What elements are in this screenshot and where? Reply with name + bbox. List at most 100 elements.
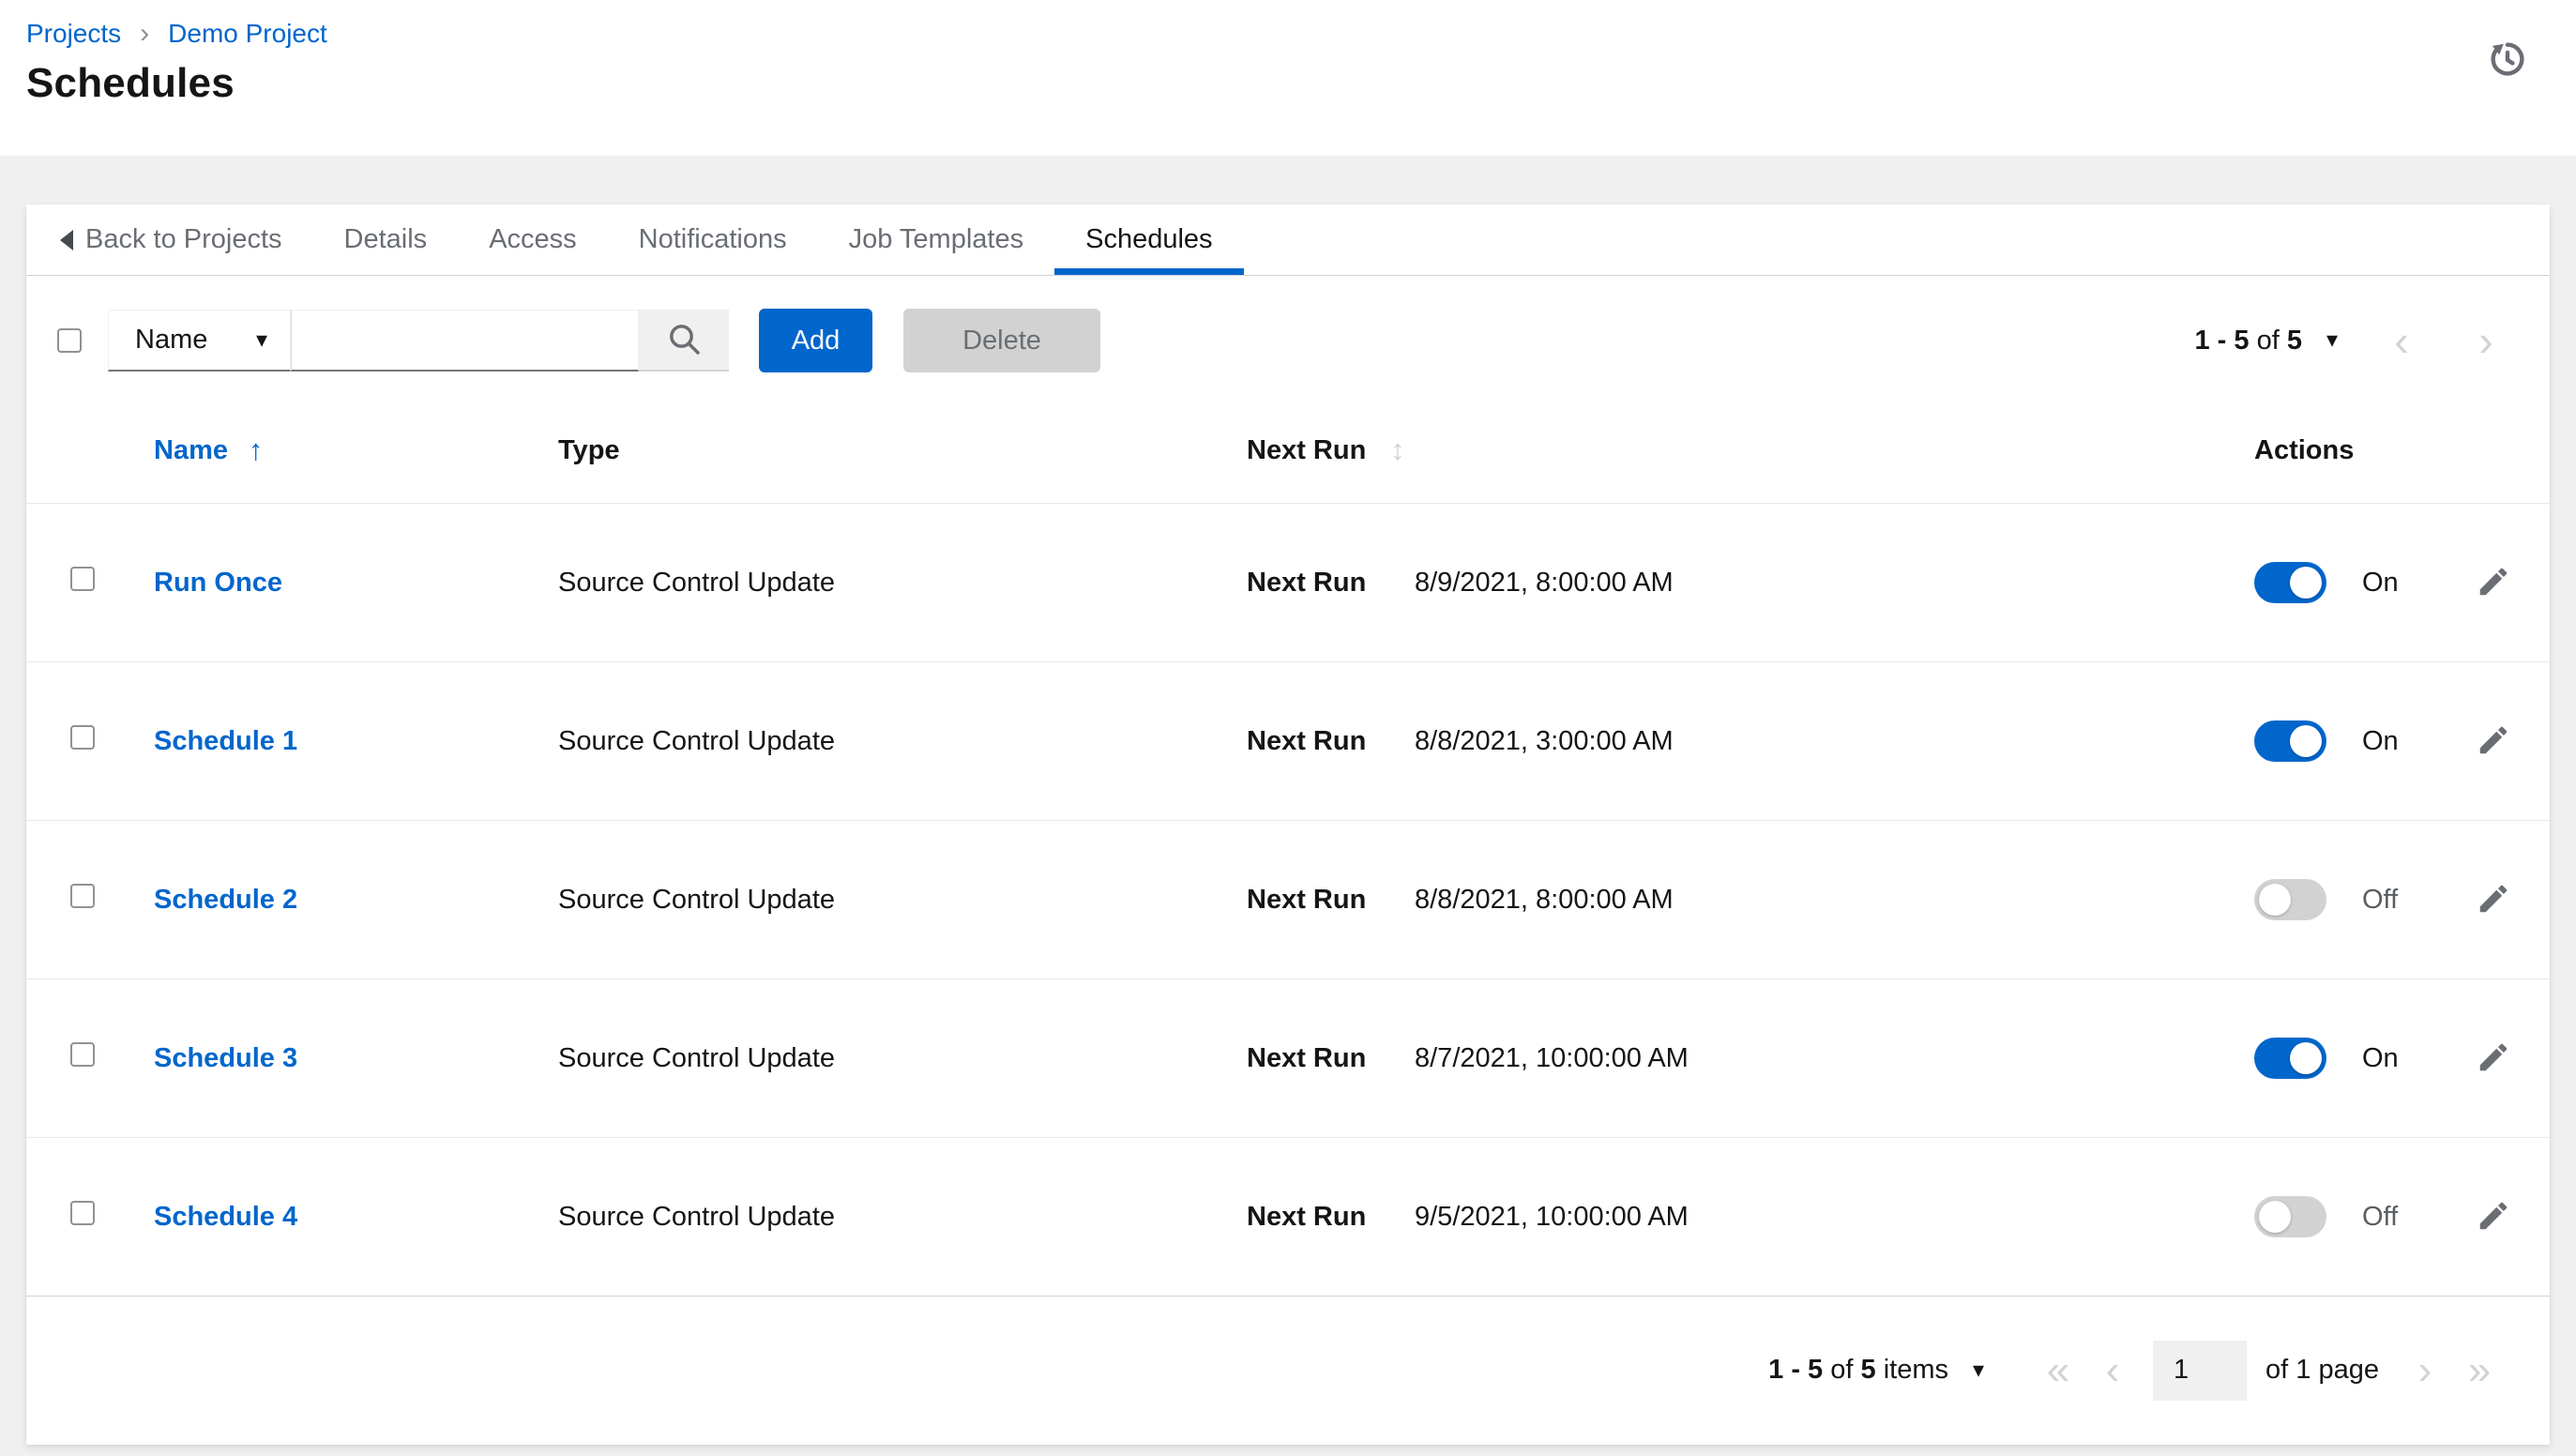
- next-run-label: Next Run: [1247, 568, 1415, 599]
- first-page-button[interactable]: «: [2031, 1350, 2085, 1391]
- toggle-state-label: On: [2362, 1043, 2437, 1074]
- history-icon: [2486, 69, 2529, 83]
- next-run-label: Next Run: [1247, 885, 1415, 916]
- schedule-type: Source Control Update: [558, 568, 1247, 599]
- schedule-name-link[interactable]: Schedule 4: [154, 1202, 297, 1232]
- chevron-down-icon[interactable]: ▾: [2326, 329, 2338, 352]
- pencil-icon: [2476, 722, 2511, 761]
- back-arrow-icon: [60, 230, 73, 250]
- tab-back-to-projects[interactable]: Back to Projects: [29, 205, 313, 275]
- edit-schedule-button[interactable]: [2476, 564, 2511, 602]
- page-count-label: of 1 page: [2265, 1355, 2379, 1386]
- current-page-input[interactable]: [2153, 1341, 2247, 1401]
- table-row: Run Once Source Control Update Next Run …: [26, 503, 2550, 661]
- next-run-label: Next Run: [1247, 1043, 1415, 1074]
- row-checkbox[interactable]: [70, 725, 95, 750]
- schedule-type: Source Control Update: [558, 1043, 1247, 1074]
- row-checkbox[interactable]: [70, 884, 95, 908]
- sort-icon: ↕: [1390, 433, 1405, 467]
- toggle-knob: [2290, 567, 2322, 599]
- page-navigation: « ‹ of 1 page › »: [2031, 1341, 2507, 1401]
- pencil-icon: [2476, 1039, 2511, 1078]
- toggle-knob: [2290, 725, 2322, 757]
- next-run-value: 8/8/2021, 3:00:00 AM: [1415, 726, 2254, 757]
- toggle-state-label: Off: [2362, 885, 2437, 916]
- enabled-toggle[interactable]: [2254, 1196, 2326, 1237]
- tab-job-templates[interactable]: Job Templates: [818, 205, 1054, 275]
- schedule-type: Source Control Update: [558, 726, 1247, 757]
- next-run-value: 8/9/2021, 8:00:00 AM: [1415, 568, 2254, 599]
- search-input[interactable]: [291, 310, 639, 372]
- column-header-next-run[interactable]: Next Run ↕: [1247, 433, 1415, 467]
- tab-bar: Back to Projects Details Access Notifica…: [26, 205, 2550, 276]
- toggle-knob: [2259, 1201, 2291, 1233]
- schedule-type: Source Control Update: [558, 885, 1247, 916]
- tab-notifications[interactable]: Notifications: [608, 205, 818, 275]
- schedule-name-link[interactable]: Schedule 1: [154, 726, 297, 756]
- next-run-value: 9/5/2021, 10:00:00 AM: [1415, 1202, 2254, 1233]
- last-page-button[interactable]: »: [2452, 1350, 2507, 1391]
- column-header-actions: Actions: [2254, 435, 2550, 466]
- bottom-pagination: 1 - 5 of 5 items ▾ « ‹ of 1 page › »: [26, 1296, 2550, 1444]
- enabled-toggle[interactable]: [2254, 562, 2326, 603]
- table-header-row: Name ↑ Type Next Run ↕ Actions: [26, 398, 2550, 503]
- search-button[interactable]: [639, 310, 729, 372]
- chevron-down-icon: ▾: [1973, 1359, 1984, 1382]
- edit-schedule-button[interactable]: [2476, 1198, 2511, 1236]
- row-checkbox[interactable]: [70, 567, 95, 591]
- next-run-value: 8/8/2021, 8:00:00 AM: [1415, 885, 2254, 916]
- tab-access[interactable]: Access: [458, 205, 607, 275]
- table-row: Schedule 3 Source Control Update Next Ru…: [26, 978, 2550, 1137]
- toggle-state-label: On: [2362, 568, 2437, 599]
- edit-schedule-button[interactable]: [2476, 722, 2511, 761]
- table-row: Schedule 1 Source Control Update Next Ru…: [26, 661, 2550, 820]
- select-all-checkbox[interactable]: [57, 328, 82, 353]
- search-icon: [665, 320, 703, 360]
- sort-ascending-icon: ↑: [249, 433, 264, 467]
- filter-key-dropdown[interactable]: Name ▾: [108, 310, 291, 372]
- breadcrumb-link-projects[interactable]: Projects: [26, 19, 121, 49]
- row-checkbox[interactable]: [70, 1201, 95, 1225]
- next-run-value: 8/7/2021, 10:00:00 AM: [1415, 1043, 2254, 1074]
- column-header-type: Type: [558, 435, 1247, 466]
- breadcrumb-separator-icon: ›: [140, 20, 149, 48]
- next-run-label: Next Run: [1247, 1202, 1415, 1233]
- next-page-button[interactable]: ›: [2465, 319, 2507, 362]
- breadcrumb-link-demo-project[interactable]: Demo Project: [168, 19, 327, 49]
- pagination-range-toggle[interactable]: 1 - 5 of 5: [2194, 326, 2301, 356]
- page-header: Projects › Demo Project Schedules: [0, 0, 2576, 156]
- pencil-icon: [2476, 881, 2511, 919]
- prev-page-button[interactable]: ‹: [2085, 1350, 2140, 1391]
- toggle-state-label: On: [2362, 726, 2437, 757]
- schedules-card: Back to Projects Details Access Notifica…: [26, 205, 2550, 1445]
- toggle-knob: [2259, 884, 2291, 916]
- prev-page-button[interactable]: ‹: [2381, 319, 2422, 362]
- chevron-down-icon: ▾: [256, 329, 267, 352]
- pencil-icon: [2476, 1198, 2511, 1236]
- next-page-button[interactable]: ›: [2398, 1350, 2452, 1391]
- schedule-name-link[interactable]: Run Once: [154, 568, 282, 598]
- pencil-icon: [2476, 564, 2511, 602]
- toggle-knob: [2290, 1042, 2322, 1074]
- add-button[interactable]: Add: [759, 309, 872, 372]
- enabled-toggle[interactable]: [2254, 1038, 2326, 1079]
- edit-schedule-button[interactable]: [2476, 1039, 2511, 1078]
- list-toolbar: Name ▾ Add Delete 1 - 5 of 5 ▾ ‹ ›: [26, 276, 2550, 398]
- tab-details[interactable]: Details: [313, 205, 459, 275]
- edit-schedule-button[interactable]: [2476, 881, 2511, 919]
- page-title: Schedules: [26, 60, 2576, 107]
- delete-button[interactable]: Delete: [903, 309, 1100, 372]
- history-button[interactable]: [2486, 38, 2529, 83]
- enabled-toggle[interactable]: [2254, 879, 2326, 920]
- next-run-label: Next Run: [1247, 726, 1415, 757]
- table-row: Schedule 2 Source Control Update Next Ru…: [26, 820, 2550, 978]
- schedule-name-link[interactable]: Schedule 3: [154, 1043, 297, 1073]
- toggle-state-label: Off: [2362, 1202, 2437, 1233]
- enabled-toggle[interactable]: [2254, 720, 2326, 762]
- column-header-name[interactable]: Name ↑: [154, 433, 558, 467]
- tab-schedules[interactable]: Schedules: [1054, 205, 1243, 275]
- row-checkbox[interactable]: [70, 1042, 95, 1067]
- schedule-type: Source Control Update: [558, 1202, 1247, 1233]
- items-per-page-toggle[interactable]: 1 - 5 of 5 items ▾: [1768, 1355, 1984, 1386]
- schedule-name-link[interactable]: Schedule 2: [154, 885, 297, 915]
